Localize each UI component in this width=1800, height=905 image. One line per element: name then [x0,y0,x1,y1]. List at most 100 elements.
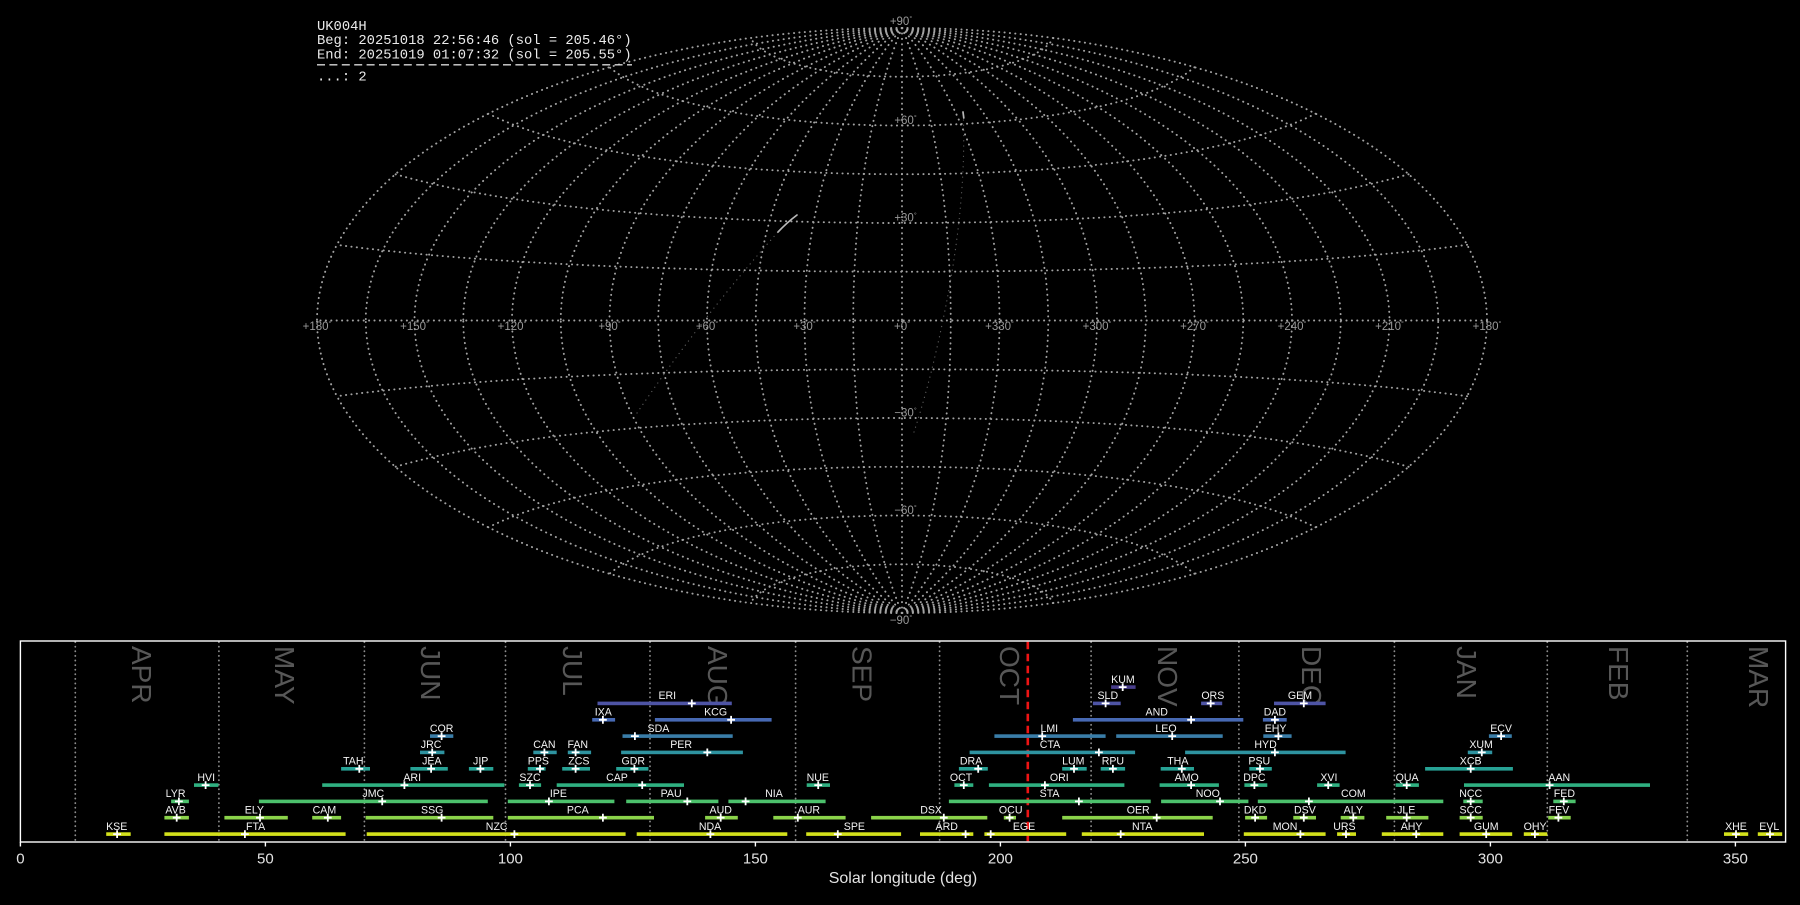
svg-text:FEB: FEB [1603,646,1634,700]
svg-text:LEO: LEO [1155,723,1176,735]
svg-text:ERI: ERI [658,690,676,702]
svg-text:JUL: JUL [557,646,588,696]
svg-text:JMC: JMC [362,788,384,800]
svg-text:URS: URS [1333,821,1355,833]
svg-text:NDA: NDA [699,821,722,833]
svg-text:ZCS: ZCS [568,756,589,768]
svg-text:+180°: +180° [303,320,332,333]
svg-text:150: 150 [743,851,768,868]
svg-text:PSU: PSU [1248,756,1270,768]
svg-text:DKD: DKD [1244,805,1267,817]
svg-text:AHY: AHY [1401,821,1423,833]
svg-text:SDA: SDA [648,723,671,735]
svg-text:OCT: OCT [950,772,973,784]
svg-text:AVB: AVB [165,805,185,817]
svg-text:OHY: OHY [1524,821,1547,833]
svg-text:Beg: 20251018 22:56:46 (sol =: Beg: 20251018 22:56:46 (sol = 205.46°) [317,33,632,49]
svg-text:THA: THA [1167,756,1189,768]
svg-text:250: 250 [1233,851,1258,868]
svg-text:AND: AND [1146,707,1169,719]
svg-text:+300°: +300° [1083,320,1112,333]
svg-text:NOO: NOO [1196,788,1220,800]
svg-text:NIA: NIA [765,788,784,800]
svg-text:+90°: +90° [598,320,621,333]
svg-text:+150°: +150° [400,320,429,333]
svg-text:DSX: DSX [920,805,942,817]
svg-text:OCU: OCU [999,805,1023,817]
svg-text:FEV: FEV [1549,805,1571,817]
svg-text:KUM: KUM [1111,674,1135,686]
svg-text:OER: OER [1127,805,1150,817]
svg-text:CAP: CAP [606,772,628,784]
svg-text:ECV: ECV [1490,723,1513,735]
svg-text:SLD: SLD [1097,690,1118,702]
svg-text:DPC: DPC [1243,772,1266,784]
svg-text:TAH: TAH [343,756,363,768]
svg-text:200: 200 [988,851,1013,868]
svg-text:AUD: AUD [710,805,733,817]
svg-text:EGE: EGE [1013,821,1035,833]
svg-text:AUG: AUG [702,646,733,707]
svg-text:300: 300 [1478,851,1503,868]
svg-text:NUE: NUE [807,772,829,784]
svg-text:+30°: +30° [894,211,917,224]
svg-text:HVI: HVI [197,772,215,784]
svg-text:ELY: ELY [245,805,264,817]
svg-text:PER: PER [670,739,692,751]
svg-text:+330°: +330° [985,320,1014,333]
svg-text:350: 350 [1723,851,1748,868]
svg-text:DRA: DRA [960,756,983,768]
svg-text:PPS: PPS [528,756,549,768]
svg-text:JRC: JRC [421,739,442,751]
svg-text:+240°: +240° [1278,320,1307,333]
svg-text:NOV: NOV [1152,646,1183,707]
svg-text:ORI: ORI [1050,772,1069,784]
svg-text:JEA: JEA [422,756,442,768]
svg-text:SPE: SPE [844,821,865,833]
svg-text:COR: COR [430,723,454,735]
svg-text:NTA: NTA [1132,821,1153,833]
svg-text:FAN: FAN [567,739,588,751]
svg-text:ARI: ARI [403,772,421,784]
svg-text:GUM: GUM [1474,821,1499,833]
svg-text:...: 2: ...: 2 [317,71,367,86]
svg-text:EHY: EHY [1265,723,1287,735]
svg-text:HYD: HYD [1254,739,1277,751]
svg-text:+180°: +180° [1473,320,1502,333]
svg-text:PCA: PCA [567,805,590,817]
svg-text:FTA: FTA [246,821,266,833]
svg-text:+270°: +270° [1180,320,1209,333]
svg-text:IPE: IPE [550,788,567,800]
svg-text:+120°: +120° [498,320,527,333]
svg-text:LUM: LUM [1062,756,1084,768]
svg-text:+60°: +60° [894,114,917,127]
svg-text:End: 20251019 01:07:32 (sol =: End: 20251019 01:07:32 (sol = 205.55°) [317,48,632,64]
svg-text:FED: FED [1554,788,1576,800]
svg-text:NCC: NCC [1459,788,1482,800]
svg-text:LYR: LYR [166,788,186,800]
svg-text:JAN: JAN [1451,646,1482,699]
svg-text:EVL: EVL [1759,821,1779,833]
svg-text:OCT: OCT [994,646,1025,705]
svg-text:XCB: XCB [1460,756,1482,768]
svg-text:ARD: ARD [936,821,959,833]
svg-text:SCC: SCC [1460,805,1483,817]
svg-text:−60°: −60° [894,504,917,517]
svg-text:+30°: +30° [793,320,816,333]
svg-text:GEM: GEM [1288,690,1312,702]
svg-text:COM: COM [1341,788,1366,800]
svg-text:CAN: CAN [533,739,555,751]
svg-text:XHE: XHE [1725,821,1747,833]
svg-text:KSE: KSE [106,821,127,833]
svg-text:XUM: XUM [1469,739,1493,751]
svg-text:CTA: CTA [1040,739,1061,751]
svg-text:STA: STA [1040,788,1061,800]
svg-text:DSV: DSV [1294,805,1317,817]
svg-text:IXA: IXA [595,707,613,719]
svg-text:DAD: DAD [1264,707,1287,719]
svg-text:+60°: +60° [696,320,719,333]
svg-text:0: 0 [16,851,24,868]
svg-text:Solar longitude (deg): Solar longitude (deg) [829,870,978,887]
svg-text:JLE: JLE [1397,805,1415,817]
svg-text:AAN: AAN [1548,772,1570,784]
